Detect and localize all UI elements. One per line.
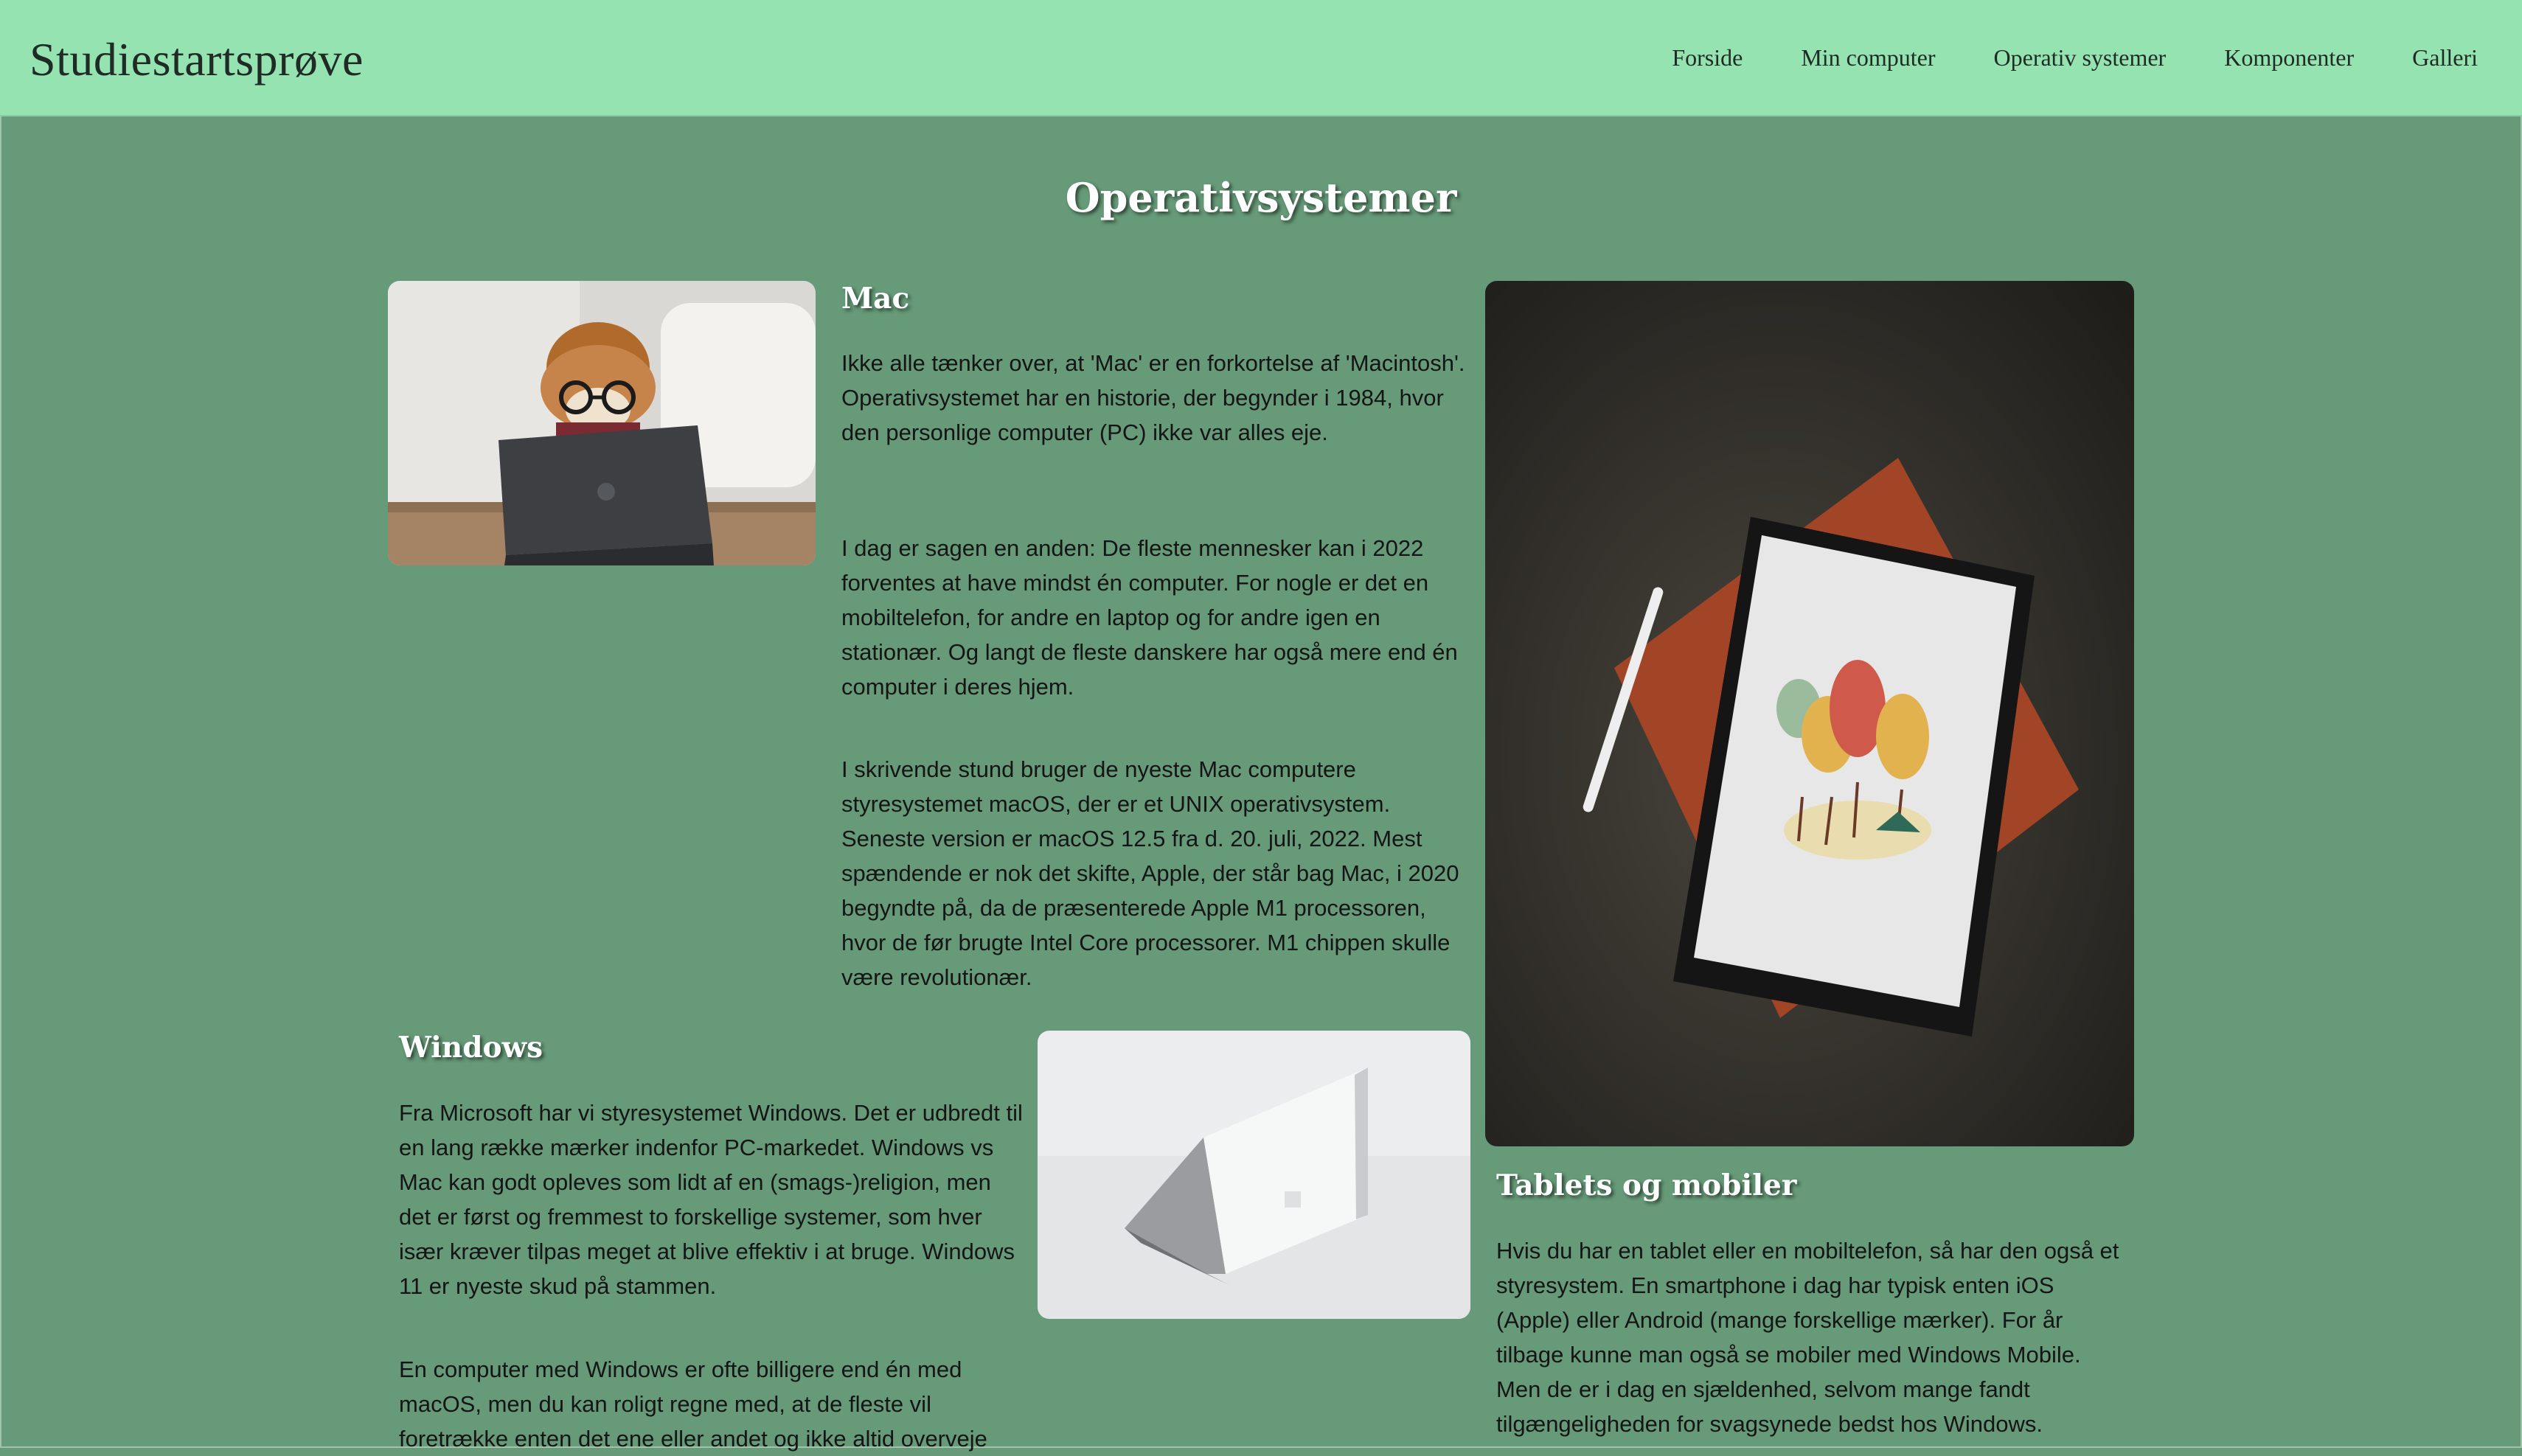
windows-paragraph-2: En computer med Windows er ofte billiger… xyxy=(399,1356,987,1452)
windows-heading: Windows xyxy=(399,1031,543,1065)
tablets-paragraph-1: Hvis du har en tablet eller en mobiltele… xyxy=(1496,1238,2119,1437)
dog-with-laptop-photo xyxy=(388,281,816,565)
nav-link-operativ-systemer[interactable]: Operativ systemer xyxy=(1994,44,2167,72)
nav-link-min-computer[interactable]: Min computer xyxy=(1801,44,1935,72)
mac-paragraph-2: I dag er sagen en anden: De fleste menne… xyxy=(841,535,1458,700)
laptop-photo xyxy=(1038,1031,1470,1319)
ipad-with-pencil-photo xyxy=(1485,281,2134,1146)
tablets-heading: Tablets og mobiler xyxy=(1496,1168,1797,1202)
site-brand[interactable]: Studiestartsprøve xyxy=(29,32,364,87)
nav-link-komponenter[interactable]: Komponenter xyxy=(2224,44,2354,72)
main-nav: Forside Min computer Operativ systemer K… xyxy=(1613,44,2478,72)
mac-heading: Mac xyxy=(841,282,910,316)
mac-paragraph-1: Ikke alle tænker over, at 'Mac' er en fo… xyxy=(841,350,1465,445)
mac-paragraph-3: I skrivende stund bruger de nyeste Mac c… xyxy=(841,756,1459,990)
site-header: Studiestartsprøve Forside Min computer O… xyxy=(0,0,2522,116)
nav-link-forside[interactable]: Forside xyxy=(1672,44,1743,72)
nav-link-galleri[interactable]: Galleri xyxy=(2412,44,2478,72)
page-title: Operativsystemer xyxy=(1065,174,1457,221)
windows-paragraph-1: Fra Microsoft har vi styresystemet Windo… xyxy=(399,1100,1023,1299)
